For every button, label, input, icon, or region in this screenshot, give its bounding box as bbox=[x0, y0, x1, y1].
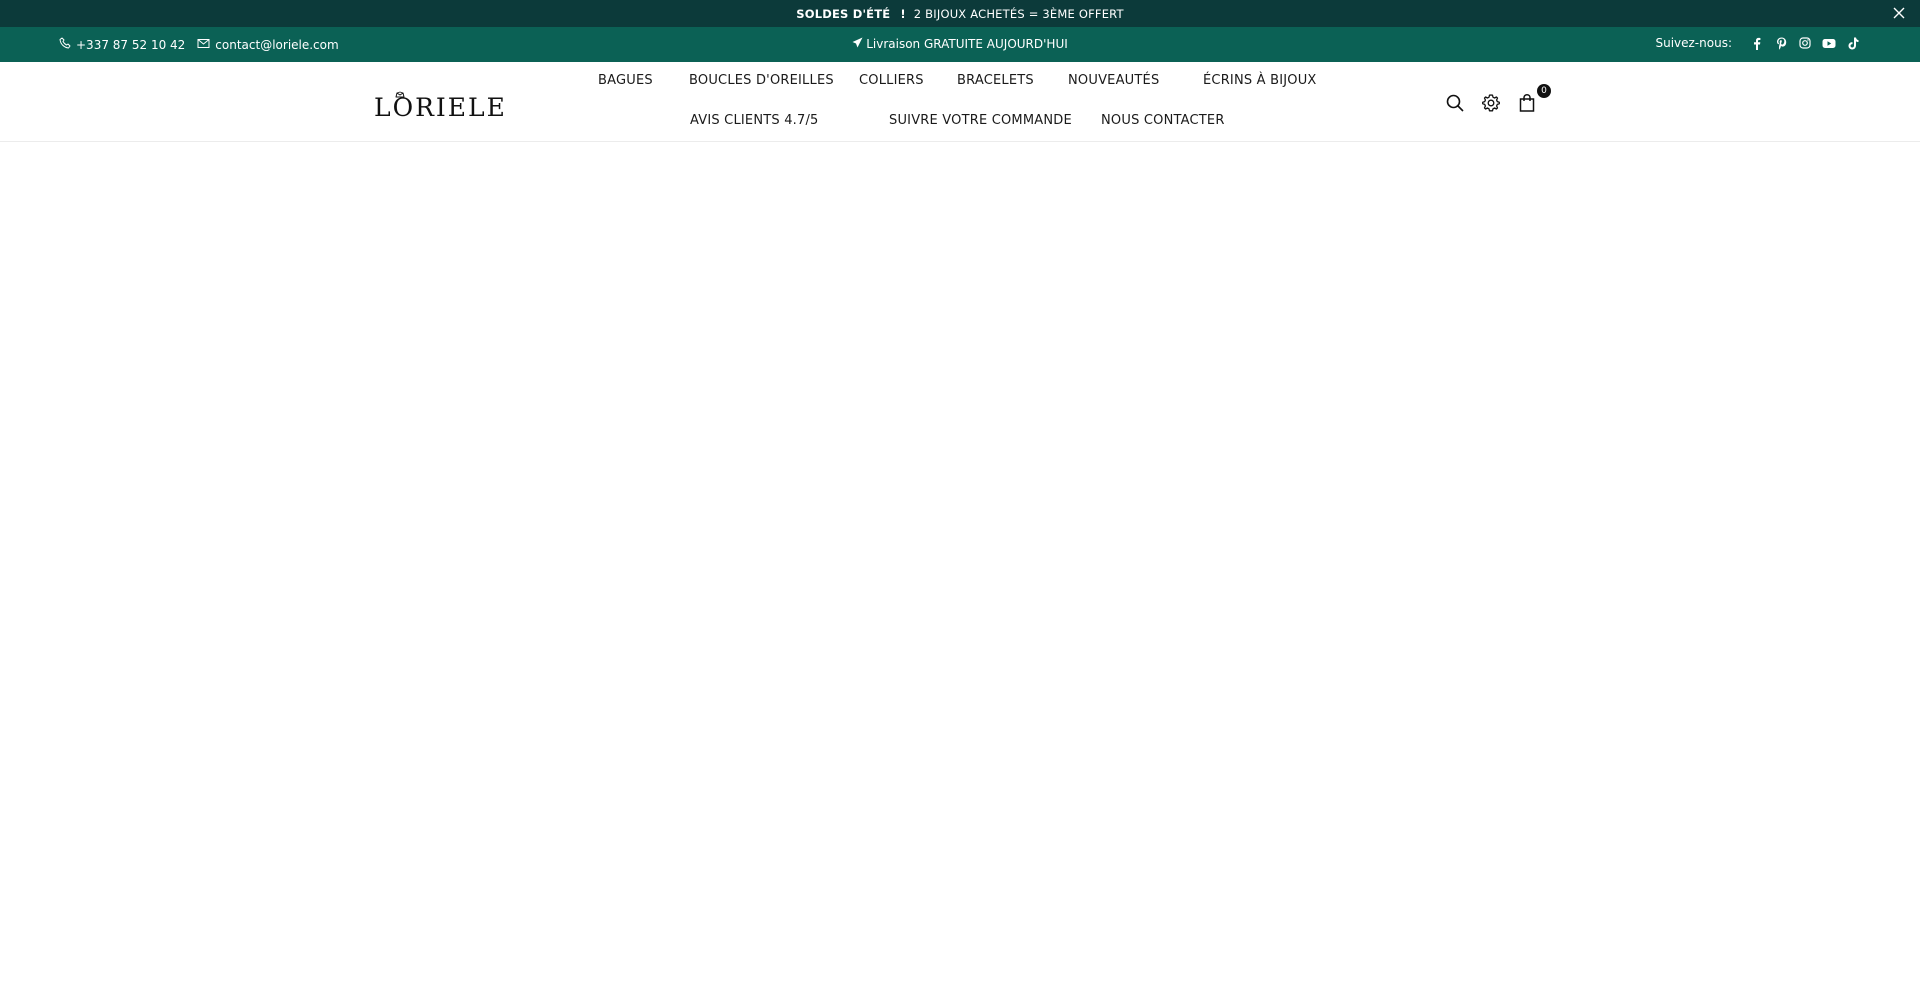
search-icon[interactable] bbox=[1445, 93, 1465, 113]
announcement-bold: SOLDES D'ÉTÉ bbox=[796, 7, 891, 21]
nav-colliers[interactable]: COLLIERS bbox=[859, 73, 924, 88]
nav-ecrins-bijoux[interactable]: ÉCRINS À BIJOUX bbox=[1203, 73, 1317, 88]
nav-nouveautes[interactable]: NOUVEAUTÉS bbox=[1068, 73, 1159, 88]
shopping-bag-icon[interactable] bbox=[1517, 93, 1537, 113]
nav-bagues[interactable]: BAGUES bbox=[598, 73, 653, 88]
facebook-icon[interactable] bbox=[1750, 36, 1764, 50]
nav-nous-contacter[interactable]: NOUS CONTACTER bbox=[1101, 113, 1225, 128]
site-logo[interactable]: LORIELE bbox=[374, 86, 505, 122]
ring-icon bbox=[392, 86, 408, 105]
shipping-notice: Livraison GRATUITE AUJOURD'HUI bbox=[852, 37, 1068, 51]
youtube-icon[interactable] bbox=[1822, 36, 1836, 50]
tiktok-icon[interactable] bbox=[1846, 36, 1860, 50]
close-icon[interactable] bbox=[1892, 6, 1906, 20]
announcement-text: 2 BIJOUX ACHETÉS = 3ÈME OFFERT bbox=[913, 7, 1124, 21]
gear-icon[interactable] bbox=[1481, 93, 1501, 113]
paper-plane-icon bbox=[852, 37, 866, 51]
follow-label: Suivez-nous: bbox=[1655, 36, 1732, 50]
nav-avis-clients[interactable]: AVIS CLIENTS 4.7/5 bbox=[690, 113, 819, 128]
nav-bracelets[interactable]: BRACELETS bbox=[957, 73, 1034, 88]
nav-suivre-commande[interactable]: SUIVRE VOTRE COMMANDE bbox=[889, 113, 1072, 128]
instagram-icon[interactable] bbox=[1798, 36, 1812, 50]
cart-count-badge: 0 bbox=[1537, 84, 1551, 98]
announcement-bar: SOLDES D'ÉTÉ! 2 BIJOUX ACHETÉS = 3ÈME OFF… bbox=[0, 0, 1920, 27]
main-header: LORIELE BAGUES BOUCLES D'OREILLES COLLIE… bbox=[0, 62, 1920, 142]
pinterest-icon[interactable] bbox=[1774, 36, 1788, 50]
nav-boucles-oreilles[interactable]: BOUCLES D'OREILLES bbox=[689, 73, 834, 88]
announcement-message: SOLDES D'ÉTÉ! 2 BIJOUX ACHETÉS = 3ÈME OFF… bbox=[0, 7, 1920, 21]
shipping-text: Livraison GRATUITE AUJOURD'HUI bbox=[866, 37, 1068, 51]
announcement-exclaim: ! bbox=[900, 7, 906, 21]
contact-bar: +337 87 52 10 42 contact@loriele.com Liv… bbox=[0, 27, 1920, 62]
